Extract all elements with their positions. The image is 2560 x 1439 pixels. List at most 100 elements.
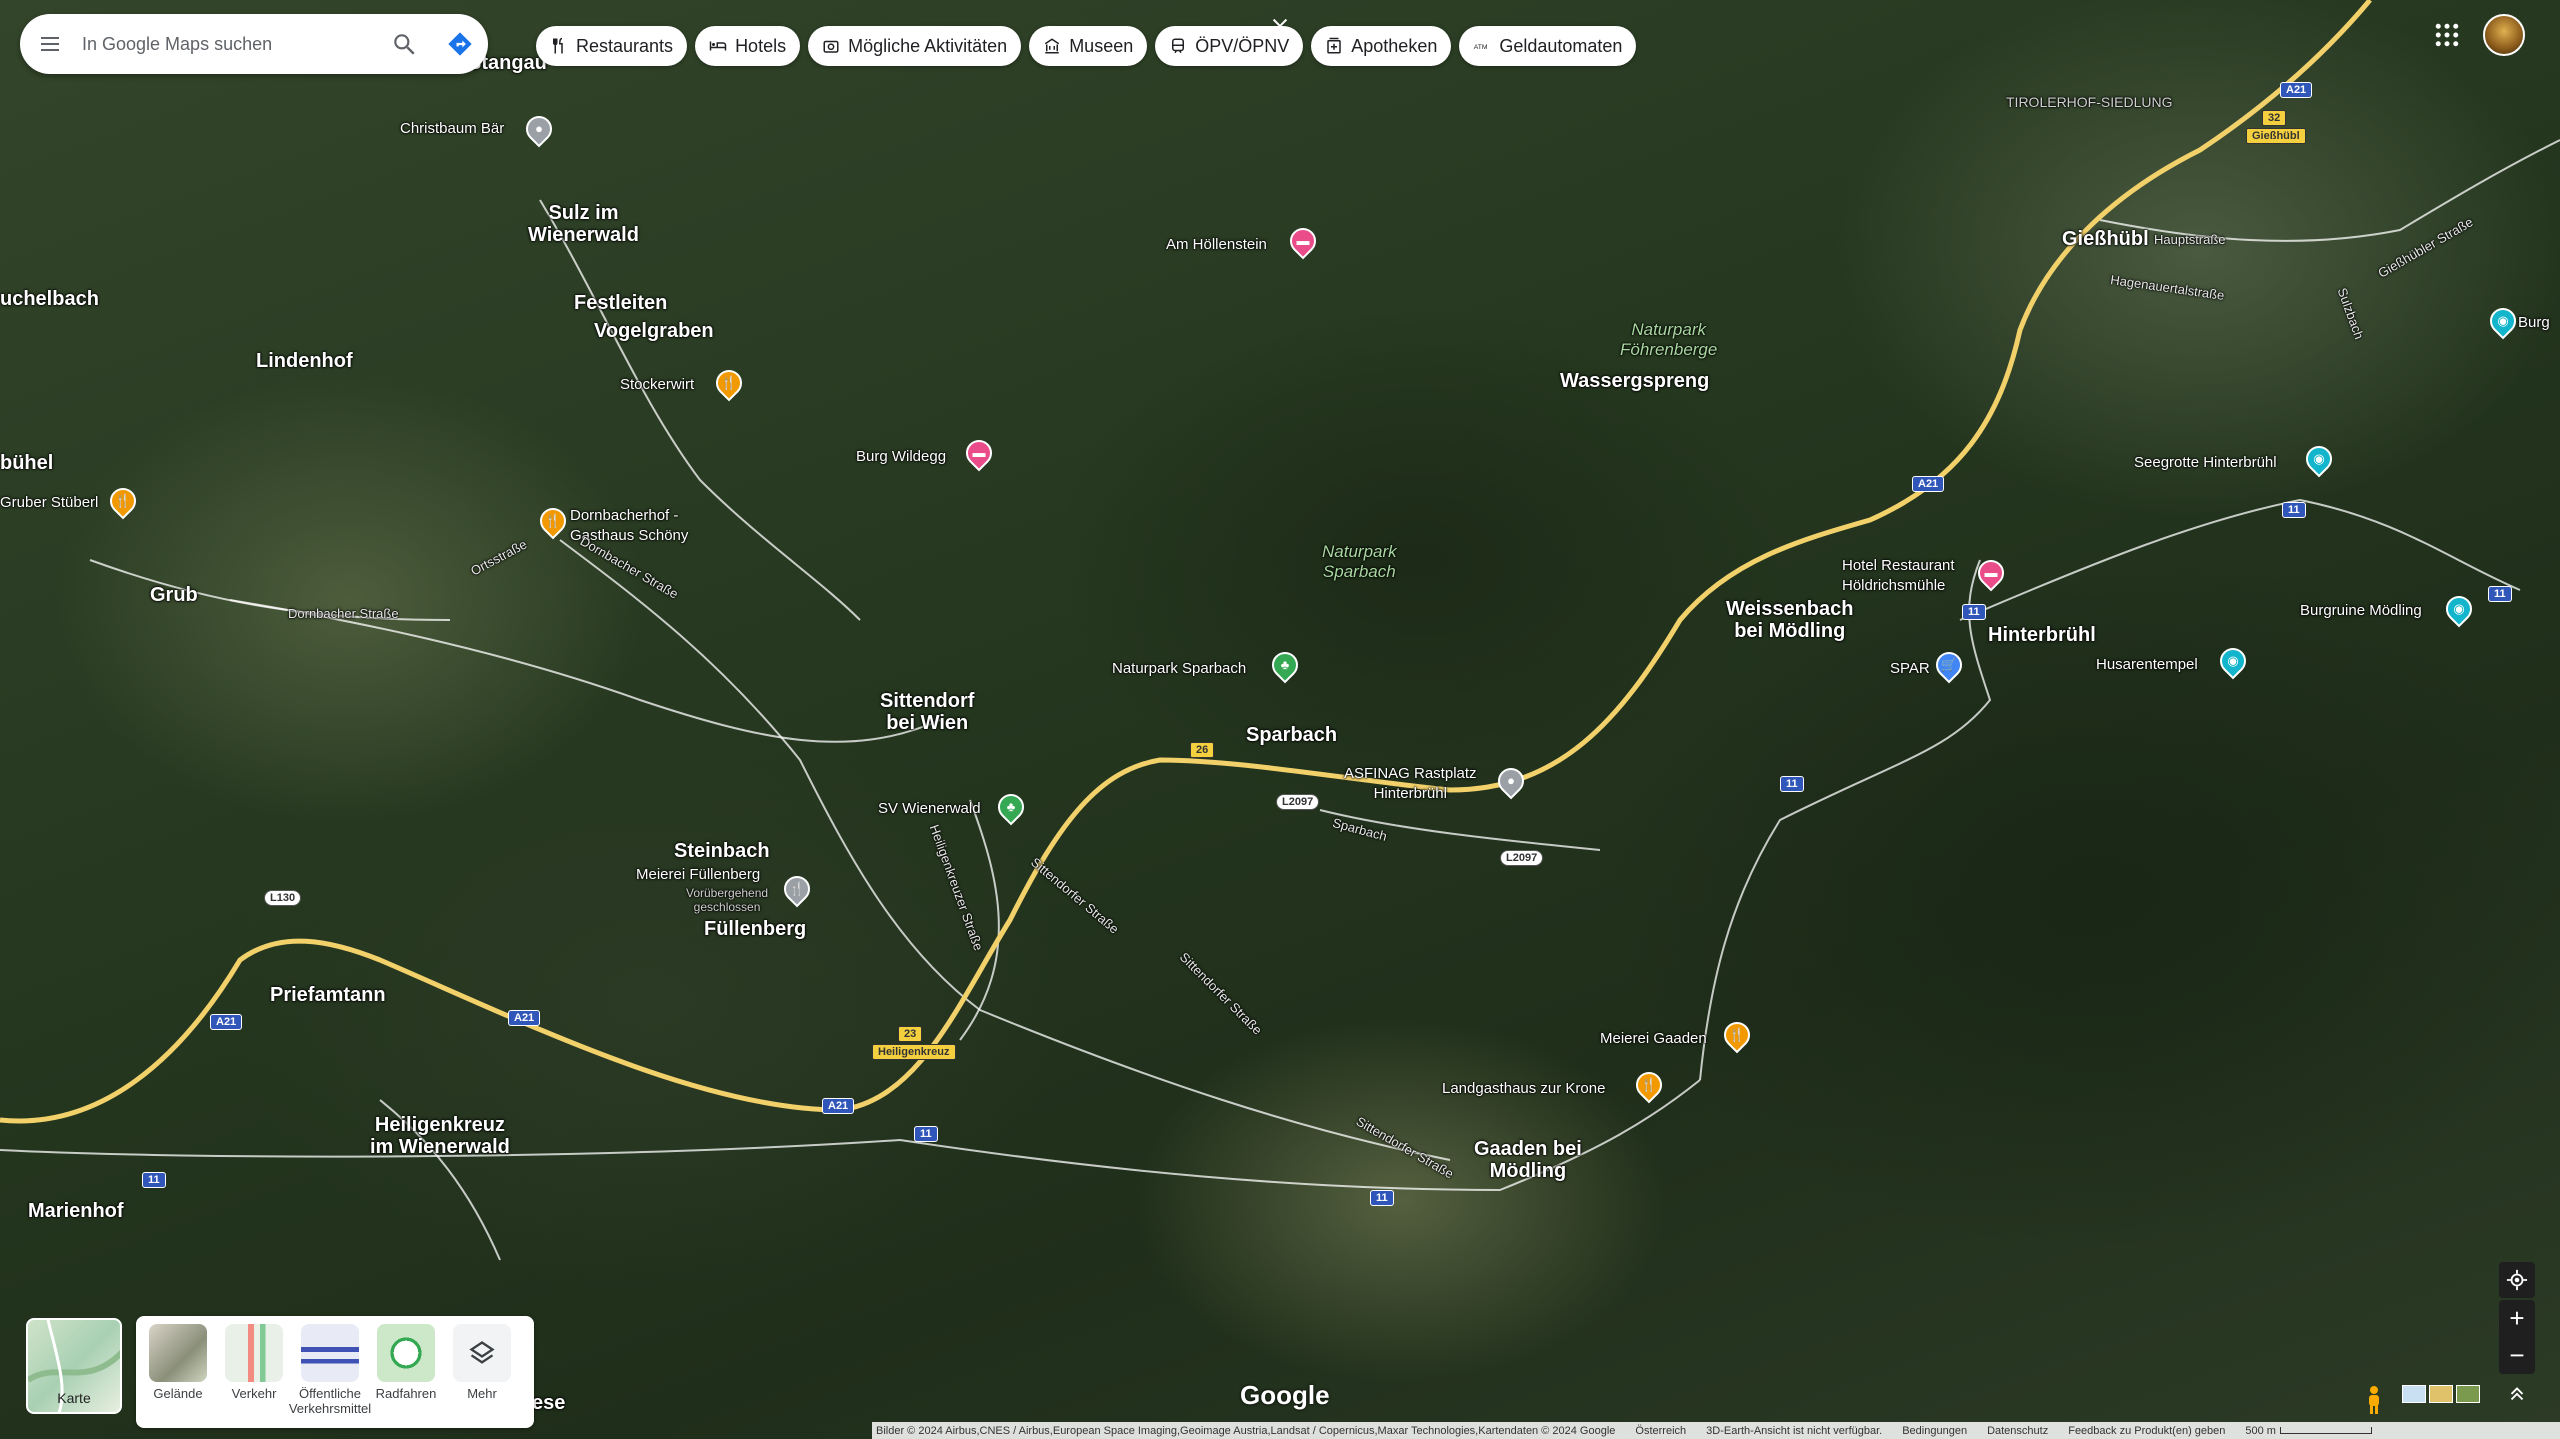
layer-traffic[interactable]: Verkehr — [218, 1324, 290, 1420]
biking-icon — [377, 1324, 435, 1382]
road-shield: 11 — [914, 1126, 938, 1142]
place-label[interactable]: Sparbach — [1246, 724, 1337, 746]
poi-label[interactable]: Gruber Stüberl — [0, 494, 98, 511]
poi-label[interactable]: Burg Wildegg — [856, 448, 946, 465]
place-label[interactable]: Gießhübl — [2062, 228, 2149, 250]
search-box[interactable] — [20, 14, 488, 74]
road-network — [0, 0, 2560, 1261]
map-footer: Bilder © 2024 Airbus,CNES / Airbus,Europ… — [872, 1422, 2560, 1439]
place-label[interactable]: ese — [532, 1392, 565, 1414]
place-label[interactable]: Gaaden bei Mödling — [1474, 1138, 1582, 1182]
chevron-up-icon — [2510, 1387, 2524, 1401]
park-label[interactable]: Naturpark Föhrenberge — [1620, 320, 1717, 360]
google-apps-button[interactable] — [2432, 20, 2462, 50]
search-button[interactable] — [376, 14, 432, 74]
chip-restaurants[interactable]: Restaurants — [536, 26, 688, 66]
layer-transit[interactable]: Öffentliche Verkehrsmittel — [289, 1324, 371, 1420]
local-road — [1959, 498, 2521, 621]
directions-button[interactable] — [432, 14, 488, 74]
place-label[interactable]: Weissenbach bei Mödling — [1726, 598, 1853, 642]
place-label[interactable]: uchelbach — [0, 288, 99, 310]
poi-label[interactable]: Meierei Gaaden — [1600, 1030, 1707, 1047]
poi-label[interactable]: Hotel Restaurant Höldrichsmühle — [1842, 556, 1955, 596]
mini-map-default[interactable] — [2402, 1385, 2426, 1403]
poi-label[interactable]: Burg — [2518, 314, 2550, 331]
poi-label[interactable]: Husarentempel — [2096, 656, 2198, 673]
location-target-icon — [2506, 1269, 2528, 1291]
road-shield: 11 — [2488, 586, 2512, 602]
poi-label[interactable]: Landgasthaus zur Krone — [1442, 1080, 1605, 1097]
scale-bar — [2279, 1427, 2372, 1434]
place-label[interactable]: TIROLERHOF-SIEDLUNG — [2006, 94, 2172, 110]
chip-activities[interactable]: Mögliche Aktivitäten — [808, 26, 1022, 66]
poi-label[interactable]: Christbaum Bär — [400, 120, 504, 137]
poi-label[interactable]: Burgruine Mödling — [2300, 602, 2422, 619]
road-shield: L130 — [264, 890, 302, 906]
place-label[interactable]: Füllenberg — [704, 918, 806, 940]
place-label[interactable]: Festleiten — [574, 292, 667, 314]
poi-label[interactable]: Naturpark Sparbach — [1112, 660, 1246, 677]
chip-label: Mögliche Aktivitäten — [848, 35, 1008, 56]
chip-hotels[interactable]: Hotels — [695, 26, 801, 66]
terrain-icon — [149, 1324, 207, 1382]
exit-sign: Heiligenkreuz — [872, 1044, 956, 1060]
expand-button[interactable] — [2502, 1382, 2532, 1412]
park-label[interactable]: Naturpark Sparbach — [1322, 542, 1397, 582]
search-input[interactable] — [80, 23, 376, 65]
poi-label[interactable]: ASFINAG Rastplatz Hinterbrühl — [1344, 764, 1477, 804]
place-label[interactable]: Heiligenkreuz im Wienerwald — [370, 1114, 510, 1158]
chips-close-button[interactable] — [1262, 8, 1298, 44]
layer-more[interactable]: Mehr — [446, 1324, 518, 1420]
place-label[interactable]: Lindenhof — [256, 350, 353, 372]
menu-button[interactable] — [20, 14, 80, 74]
scale-label: 500 m — [2245, 1424, 2276, 1437]
chip-pharmacies[interactable]: Apotheken — [1311, 26, 1452, 66]
poi-label[interactable]: SV Wienerwald — [878, 800, 981, 817]
zoom-in-button[interactable]: + — [2499, 1300, 2535, 1337]
layer-label: Gelände — [153, 1386, 203, 1401]
mini-map-terrain[interactable] — [2429, 1385, 2453, 1403]
road-shield: 11 — [142, 1172, 166, 1188]
local-road — [229, 599, 941, 743]
terms-link[interactable]: Bedingungen — [1902, 1425, 1967, 1437]
layer-terrain[interactable]: Gelände — [142, 1324, 214, 1420]
place-label[interactable]: Vogelgraben — [594, 320, 714, 342]
layers-panel: Gelände Verkehr Öffentliche Verkehrsmitt… — [136, 1316, 534, 1428]
privacy-link[interactable]: Datenschutz — [1987, 1425, 2048, 1437]
local-road — [539, 199, 861, 621]
map-type-toggle[interactable]: Karte — [26, 1318, 122, 1414]
road-shield: 11 — [1962, 604, 1986, 620]
place-label[interactable]: Steinbach — [674, 840, 770, 862]
place-label[interactable]: Hinterbrühl — [1988, 624, 2096, 646]
place-label[interactable]: Marienhof — [28, 1200, 124, 1222]
poi-label[interactable]: SPAR — [1890, 660, 1930, 677]
svg-text:ATM: ATM — [1474, 44, 1488, 51]
poi-label[interactable]: Stockerwirt — [620, 376, 694, 393]
place-label[interactable]: Grub — [150, 584, 198, 606]
layers-stack-icon — [453, 1324, 511, 1382]
satellite-map[interactable] — [0, 0, 2560, 1439]
street-view-pegman-icon[interactable] — [2364, 1385, 2384, 1415]
camera-icon — [823, 40, 839, 53]
poi-label[interactable]: Am Höllenstein — [1166, 236, 1267, 253]
poi-label[interactable]: Meierei Füllenberg — [636, 866, 760, 883]
mini-map-satellite[interactable] — [2456, 1385, 2480, 1403]
chip-label: Restaurants — [576, 35, 674, 56]
poi-label[interactable]: Seegrotte Hinterbrühl — [2134, 454, 2277, 471]
place-label[interactable]: Sittendorf bei Wien — [880, 690, 974, 734]
place-label[interactable]: Sulz im Wienerwald — [528, 202, 639, 246]
my-location-button[interactable] — [2499, 1262, 2535, 1298]
chip-atms[interactable]: ATM Geldautomaten — [1459, 26, 1637, 66]
chip-museums[interactable]: Museen — [1029, 26, 1148, 66]
road-shield: A21 — [508, 1010, 541, 1026]
exit-sign: 26 — [1190, 742, 1215, 758]
scale-control[interactable]: 500 m — [2245, 1425, 2372, 1437]
place-label[interactable]: Wassergspreng — [1560, 370, 1709, 392]
place-label[interactable]: bühel — [0, 452, 53, 474]
place-label[interactable]: Priefamtann — [270, 984, 386, 1006]
country-link[interactable]: Österreich — [1635, 1425, 1686, 1437]
feedback-link[interactable]: Feedback zu Produkt(en) geben — [2068, 1425, 2225, 1437]
account-avatar[interactable] — [2483, 14, 2525, 56]
layer-biking[interactable]: Radfahren — [370, 1324, 442, 1420]
zoom-out-button[interactable]: − — [2499, 1337, 2535, 1374]
